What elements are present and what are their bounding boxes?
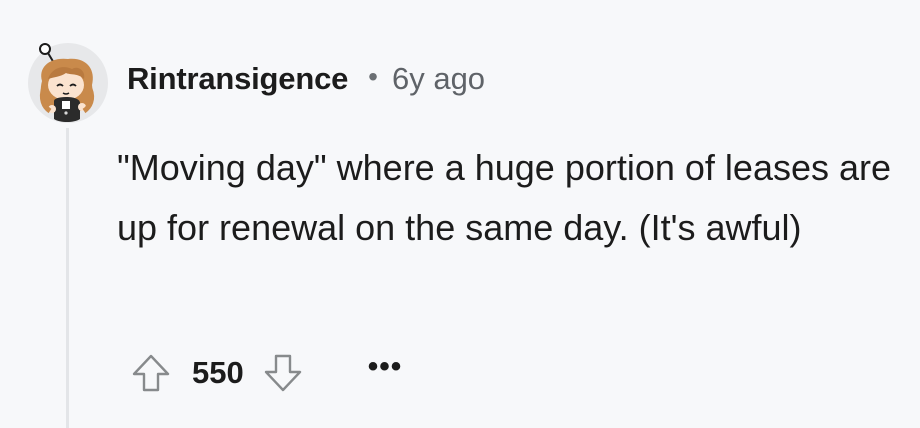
user-avatar[interactable] bbox=[24, 37, 112, 125]
username-link[interactable]: Rintransigence bbox=[127, 61, 348, 97]
upvote-button[interactable] bbox=[128, 350, 174, 396]
comment: Rintransigence • 6y ago "Moving day" whe… bbox=[0, 0, 920, 428]
comment-body: "Moving day" where a huge portion of lea… bbox=[117, 147, 892, 248]
downvote-arrow-icon bbox=[264, 354, 301, 392]
separator-dot: • bbox=[368, 61, 378, 92]
vote-score: 550 bbox=[192, 355, 244, 390]
more-options-button[interactable]: ••• bbox=[368, 350, 403, 384]
thread-line[interactable] bbox=[66, 128, 69, 428]
upvote-arrow-icon bbox=[132, 354, 170, 392]
comment-header: Rintransigence • 6y ago bbox=[127, 56, 485, 102]
comment-actions: 550 ••• bbox=[128, 348, 402, 398]
avatar-character-icon bbox=[28, 43, 108, 123]
timestamp: 6y ago bbox=[391, 61, 486, 96]
downvote-button[interactable] bbox=[260, 350, 306, 396]
